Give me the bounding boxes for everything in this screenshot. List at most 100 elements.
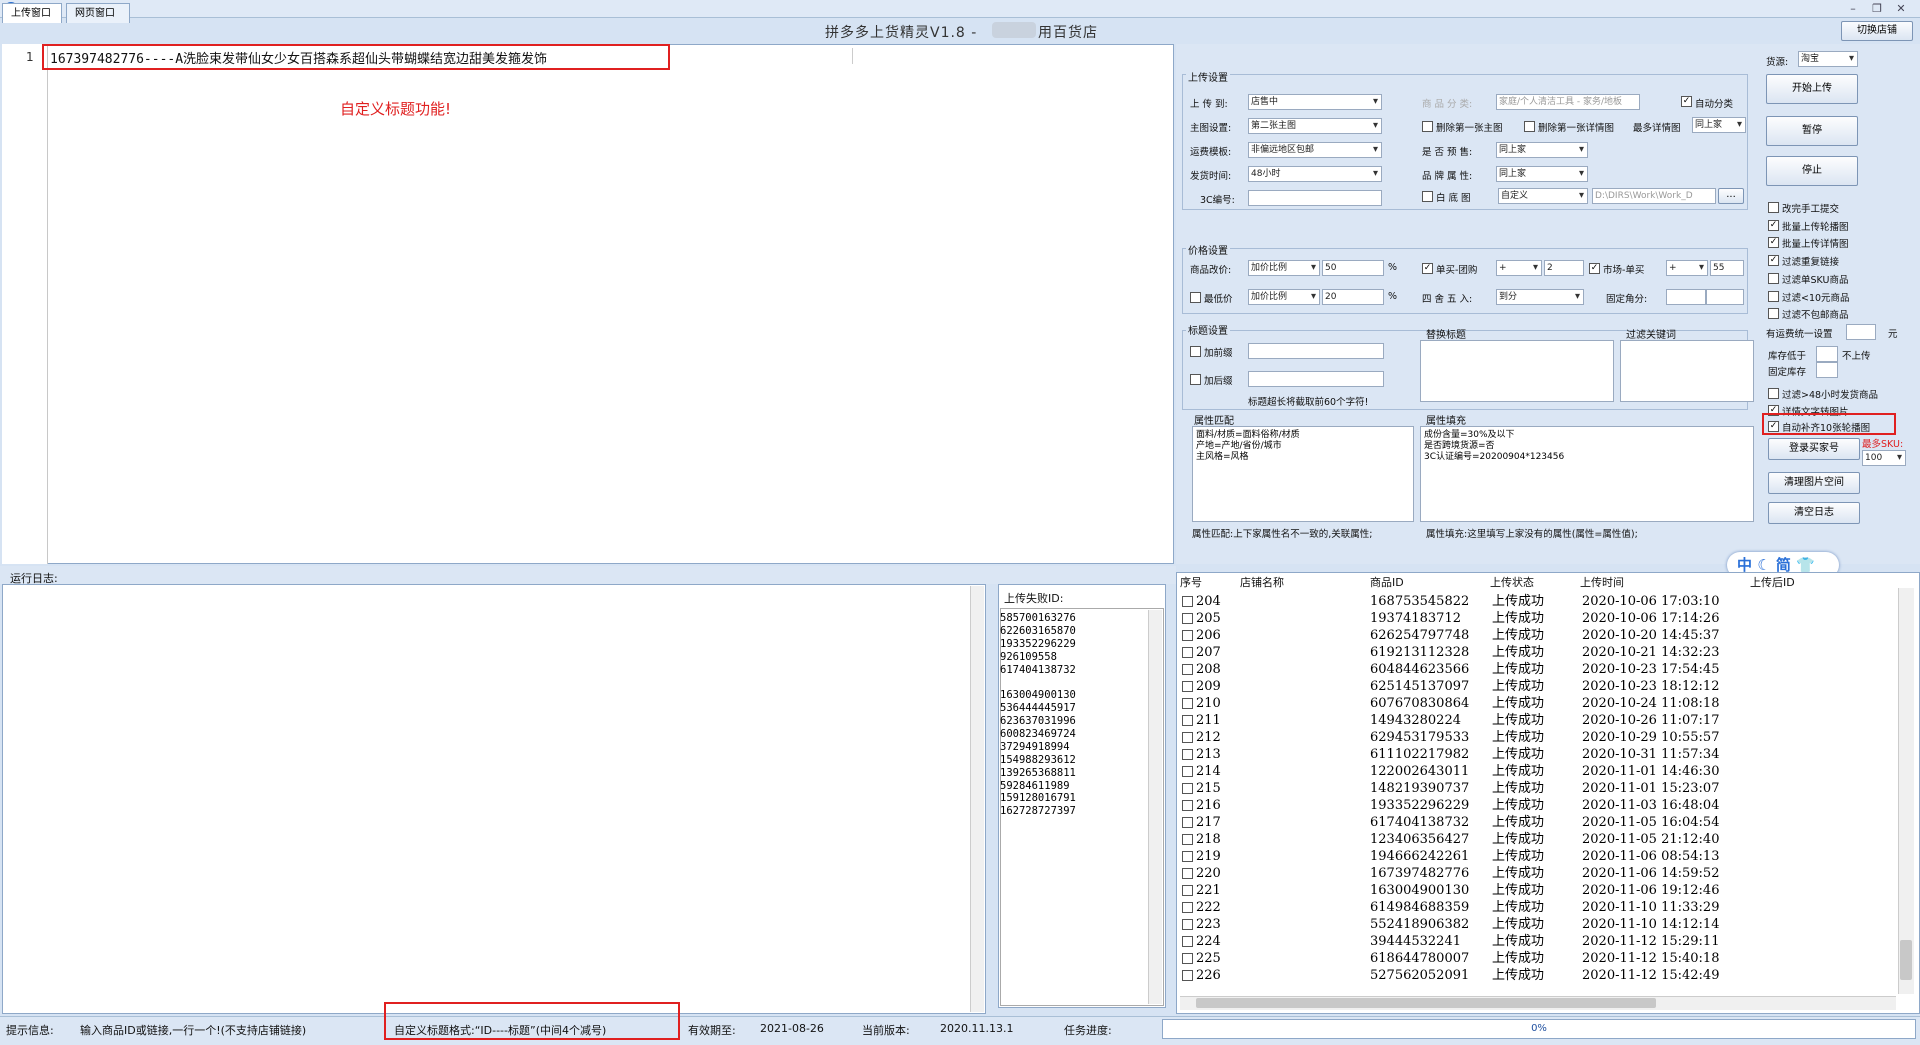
row-checkbox[interactable] (1182, 902, 1193, 913)
row-checkbox[interactable] (1182, 783, 1193, 794)
table-row[interactable]: 206 626254797748 上传成功 2020-10-20 14:45:37 (1180, 627, 1740, 644)
clear-log-button[interactable]: 清空日志 (1768, 502, 1860, 524)
attr-match-textarea[interactable]: 面料/材质=面料俗称/材质 产地=产地/省份/城市 主风格=风格 (1192, 426, 1414, 522)
row-checkbox[interactable] (1182, 936, 1193, 947)
row-checkbox[interactable] (1182, 749, 1193, 760)
freight-input[interactable] (1846, 324, 1876, 340)
source-select[interactable]: 淘宝 (1798, 51, 1858, 67)
table-row[interactable]: 215 148219390737 上传成功 2020-11-01 15:23:07 (1180, 780, 1740, 797)
cert-input[interactable] (1248, 190, 1382, 206)
market-single-checkbox[interactable]: ✓ (1589, 263, 1600, 274)
op2-select[interactable]: + (1666, 260, 1708, 276)
browse-button[interactable]: ... (1718, 188, 1744, 204)
delete-first-main-checkbox[interactable] (1422, 121, 1433, 132)
suffix-input[interactable] (1248, 371, 1384, 387)
fail-id-scrollbar[interactable] (1148, 610, 1162, 1004)
prefix-checkbox[interactable] (1190, 346, 1201, 357)
prefix-input[interactable] (1248, 343, 1384, 359)
table-row[interactable]: 220 167397482776 上传成功 2020-11-06 14:59:52 (1180, 865, 1740, 882)
log-scrollbar[interactable] (970, 586, 984, 1012)
login-buyer-button[interactable]: 登录买家号 (1768, 438, 1860, 460)
table-row[interactable]: 208 604844623566 上传成功 2020-10-23 17:54:45 (1180, 661, 1740, 678)
row-checkbox[interactable] (1182, 766, 1193, 777)
table-row[interactable]: 222 614984688359 上传成功 2020-11-10 11:33:29 (1180, 899, 1740, 916)
table-row[interactable]: 209 625145137097 上传成功 2020-10-23 18:12:12 (1180, 678, 1740, 695)
main-image-select[interactable]: 第二张主图 (1248, 118, 1382, 134)
table-row[interactable]: 223 552418906382 上传成功 2020-11-10 14:12:14 (1180, 916, 1740, 933)
v2-input[interactable]: 55 (1710, 260, 1744, 276)
row-checkbox[interactable] (1182, 970, 1193, 981)
row-checkbox[interactable] (1182, 630, 1193, 641)
min-price-checkbox[interactable] (1190, 292, 1201, 303)
delete-first-detail-checkbox[interactable] (1524, 121, 1535, 132)
table-row[interactable]: 217 617404138732 上传成功 2020-11-05 16:04:54 (1180, 814, 1740, 831)
row-checkbox[interactable] (1182, 596, 1193, 607)
white-bg-path-input[interactable]: D:\DIRS\Work\Work_D (1592, 188, 1716, 204)
max-sku-select[interactable]: 100 (1862, 450, 1906, 466)
row-checkbox[interactable] (1182, 732, 1193, 743)
switch-shop-button[interactable]: 切换店铺 (1841, 21, 1913, 41)
log-textarea[interactable] (2, 584, 986, 1014)
opt-checkbox-1[interactable]: ✓ (1768, 219, 1779, 231)
auto-category-checkbox[interactable]: ✓ (1681, 96, 1692, 107)
replace-title-textarea[interactable] (1420, 340, 1614, 402)
stock-low-input[interactable] (1816, 346, 1838, 362)
table-row[interactable]: 212 629453179533 上传成功 2020-10-29 10:55:57 (1180, 729, 1740, 746)
shipping-select[interactable]: 非偏远地区包邮 (1248, 142, 1382, 158)
row-checkbox[interactable] (1182, 698, 1193, 709)
row-checkbox[interactable] (1182, 919, 1193, 930)
presale-select[interactable]: 同上家 (1496, 142, 1588, 158)
table-row[interactable]: 207 619213112328 上传成功 2020-10-21 14:32:23 (1180, 644, 1740, 661)
fixed-stock-input[interactable] (1816, 362, 1838, 378)
clear-images-button[interactable]: 清理图片空间 (1768, 472, 1860, 494)
single-group-checkbox[interactable]: ✓ (1422, 263, 1433, 274)
opt-checkbox-2[interactable]: ✓ (1768, 237, 1779, 249)
white-bg-select[interactable]: 自定义 (1498, 188, 1588, 204)
row-checkbox[interactable] (1182, 715, 1193, 726)
opt-checkbox-4[interactable] (1768, 272, 1779, 284)
brand-select[interactable]: 同上家 (1496, 166, 1588, 182)
min-value-input[interactable]: 20 (1322, 289, 1384, 305)
max-detail-select[interactable]: 同上家 (1692, 117, 1746, 133)
row-checkbox[interactable] (1182, 613, 1193, 624)
row-checkbox[interactable] (1182, 681, 1193, 692)
row-checkbox[interactable] (1182, 800, 1193, 811)
row-checkbox[interactable] (1182, 834, 1193, 845)
row-checkbox[interactable] (1182, 953, 1193, 964)
table-row[interactable]: 204 168753545822 上传成功 2020-10-06 17:03:10 (1180, 593, 1740, 610)
ship-time-select[interactable]: 48小时 (1248, 166, 1382, 182)
table-row[interactable]: 225 618644780007 上传成功 2020-11-12 15:40:18 (1180, 950, 1740, 967)
opt-checkbox-0[interactable] (1768, 202, 1779, 213)
price-value-input[interactable]: 50 (1322, 260, 1384, 276)
min-mode-select[interactable]: 加价比例 (1248, 289, 1320, 305)
table-row[interactable]: 214 122002643011 上传成功 2020-11-01 14:46:30 (1180, 763, 1740, 780)
pause-button[interactable]: 暂停 (1766, 116, 1858, 146)
suffix-checkbox[interactable] (1190, 374, 1201, 385)
opt-checkbox-6[interactable] (1768, 308, 1779, 320)
white-bg-checkbox[interactable] (1422, 191, 1433, 202)
row-checkbox[interactable] (1182, 868, 1193, 879)
table-row[interactable]: 213 611102217982 上传成功 2020-10-31 11:57:34 (1180, 746, 1740, 763)
price-mode-select[interactable]: 加价比例 (1248, 260, 1320, 276)
row-checkbox[interactable] (1182, 647, 1193, 658)
opt-checkbox-3[interactable]: ✓ (1768, 255, 1779, 267)
category-input[interactable]: 家庭/个人清洁工具 - 家务/地板 (1496, 94, 1640, 110)
v1-input[interactable]: 2 (1544, 260, 1584, 276)
row-checkbox[interactable] (1182, 885, 1193, 896)
filter-keywords-textarea[interactable] (1620, 340, 1754, 402)
tab-web-window[interactable]: 网页窗口 (66, 3, 130, 23)
row-checkbox[interactable] (1182, 817, 1193, 828)
table-row[interactable]: 205 19374183712 上传成功 2020-10-06 17:14:26 (1180, 610, 1740, 627)
row-checkbox[interactable] (1182, 664, 1193, 675)
product-id-editor[interactable] (2, 44, 1174, 564)
restore-icon[interactable]: ❐ (1866, 1, 1888, 17)
rounding-select[interactable]: 到分 (1496, 289, 1584, 305)
opt-checkbox-5[interactable] (1768, 290, 1779, 302)
table-vscrollbar[interactable] (1898, 588, 1914, 994)
table-row[interactable]: 226 527562052091 上传成功 2020-11-12 15:42:49 (1180, 967, 1740, 984)
table-row[interactable]: 211 14943280224 上传成功 2020-10-26 11:07:17 (1180, 712, 1740, 729)
fixed-cent-input-2[interactable] (1706, 289, 1744, 305)
start-upload-button[interactable]: 开始上传 (1766, 74, 1858, 104)
table-row[interactable]: 218 123406356427 上传成功 2020-11-05 21:12:40 (1180, 831, 1740, 848)
table-row[interactable]: 216 193352296229 上传成功 2020-11-03 16:48:04 (1180, 797, 1740, 814)
